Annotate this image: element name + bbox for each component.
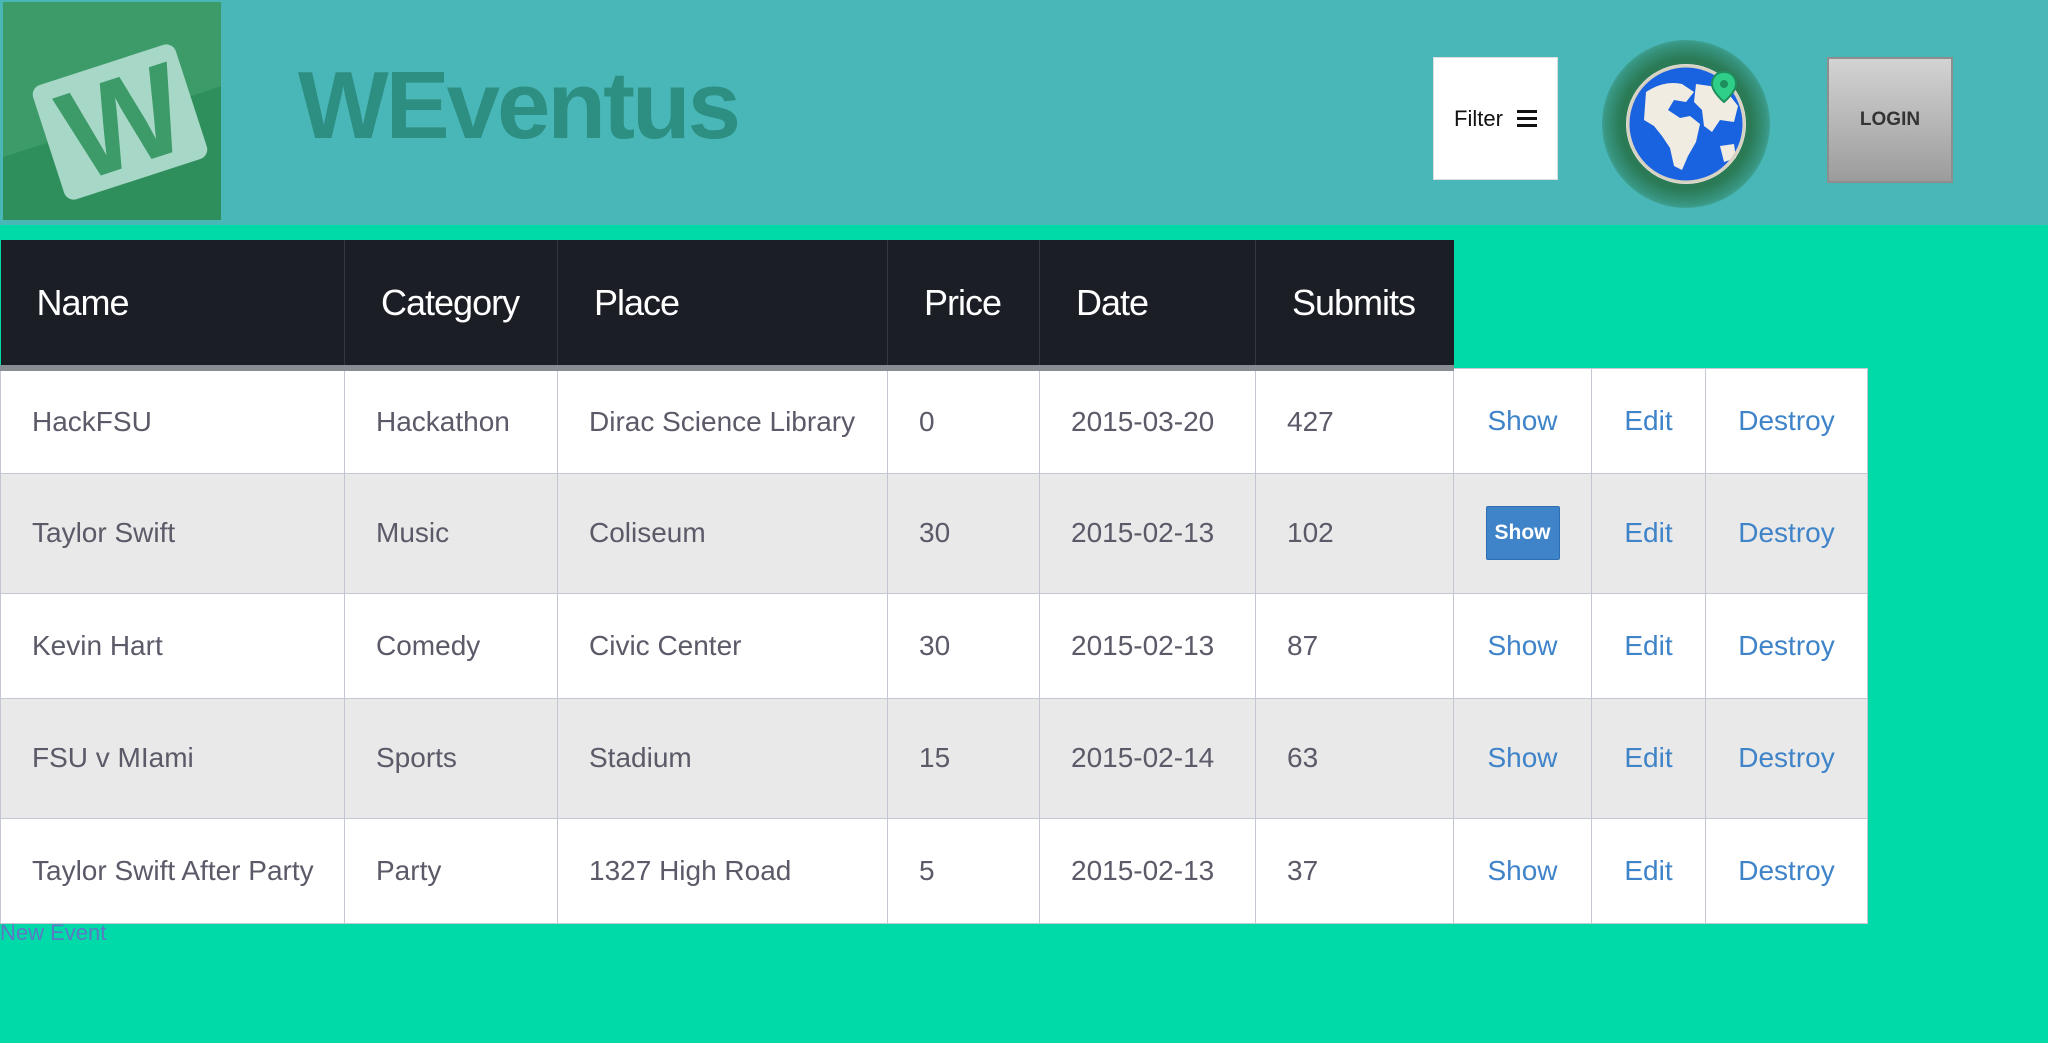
cell-price: 5	[887, 817, 1040, 924]
col-header-place[interactable]: Place	[557, 240, 888, 371]
cell-name: FSU v MIami	[0, 697, 345, 819]
cell-price: 15	[887, 697, 1040, 819]
events-table: Name Category Place Price Date Submits H…	[0, 240, 1868, 924]
cell-name: Kevin Hart	[0, 592, 345, 699]
show-link[interactable]: Show	[1453, 592, 1592, 699]
destroy-link[interactable]: Destroy	[1705, 367, 1868, 474]
top-bar: W WEventus Filter LOGIN	[0, 0, 2048, 225]
table-header-row: Name Category Place Price Date Submits	[0, 240, 1868, 371]
cell-date: 2015-03-20	[1039, 367, 1256, 474]
new-event-link[interactable]: New Event	[0, 920, 106, 946]
cell-price: 30	[887, 592, 1040, 699]
show-link[interactable]: Show	[1453, 367, 1592, 474]
cell-date: 2015-02-13	[1039, 817, 1256, 924]
cell-category: Comedy	[344, 592, 558, 699]
cell-place: Dirac Science Library	[557, 367, 888, 474]
cell-category: Music	[344, 472, 558, 594]
cell-place: Civic Center	[557, 592, 888, 699]
table-row: Taylor Swift Music Coliseum 30 2015-02-1…	[0, 472, 1868, 594]
cell-date: 2015-02-14	[1039, 697, 1256, 819]
cell-submits: 87	[1255, 592, 1454, 699]
cell-name: Taylor Swift After Party	[0, 817, 345, 924]
table-row: Kevin Hart Comedy Civic Center 30 2015-0…	[0, 592, 1868, 699]
menu-icon	[1516, 110, 1537, 127]
destroy-link[interactable]: Destroy	[1705, 697, 1868, 819]
destroy-link[interactable]: Destroy	[1705, 592, 1868, 699]
edit-link[interactable]: Edit	[1591, 817, 1706, 924]
table-row: Taylor Swift After Party Party 1327 High…	[0, 817, 1868, 924]
show-link[interactable]: Show	[1453, 817, 1592, 924]
w-logo-icon[interactable]: W	[3, 2, 221, 220]
cell-submits: 427	[1255, 367, 1454, 474]
globe-button[interactable]	[1602, 40, 1770, 208]
col-header-name[interactable]: Name	[0, 240, 345, 371]
table-row: FSU v MIami Sports Stadium 15 2015-02-14…	[0, 697, 1868, 819]
filter-button[interactable]: Filter	[1433, 57, 1558, 180]
cell-date: 2015-02-13	[1039, 472, 1256, 594]
cell-category: Sports	[344, 697, 558, 819]
cell-price: 30	[887, 472, 1040, 594]
col-header-category[interactable]: Category	[344, 240, 558, 371]
cell-place: Coliseum	[557, 472, 888, 594]
cell-price: 0	[887, 367, 1040, 474]
cell-submits: 63	[1255, 697, 1454, 819]
cell-submits: 102	[1255, 472, 1454, 594]
cell-category: Party	[344, 817, 558, 924]
edit-link[interactable]: Edit	[1591, 592, 1706, 699]
cell-submits: 37	[1255, 817, 1454, 924]
cell-name: Taylor Swift	[0, 472, 345, 594]
col-header-date[interactable]: Date	[1039, 240, 1256, 371]
show-button-hovered[interactable]: Show	[1485, 506, 1560, 560]
cell-date: 2015-02-13	[1039, 592, 1256, 699]
show-link[interactable]: Show	[1453, 697, 1592, 819]
filter-label: Filter	[1454, 105, 1503, 131]
login-button[interactable]: LOGIN	[1827, 57, 1953, 183]
edit-link[interactable]: Edit	[1591, 697, 1706, 819]
destroy-link[interactable]: Destroy	[1705, 817, 1868, 924]
cell-name: HackFSU	[0, 367, 345, 474]
col-header-price[interactable]: Price	[887, 240, 1040, 371]
cell-place: Stadium	[557, 697, 888, 819]
col-header-submits[interactable]: Submits	[1255, 240, 1454, 371]
edit-link[interactable]: Edit	[1591, 367, 1706, 474]
cell-category: Hackathon	[344, 367, 558, 474]
cell-place: 1327 High Road	[557, 817, 888, 924]
brand-title: WEventus	[298, 52, 741, 159]
destroy-link[interactable]: Destroy	[1705, 472, 1868, 594]
table-row: HackFSU Hackathon Dirac Science Library …	[0, 367, 1868, 474]
globe-icon	[1626, 64, 1746, 184]
edit-link[interactable]: Edit	[1591, 472, 1706, 594]
